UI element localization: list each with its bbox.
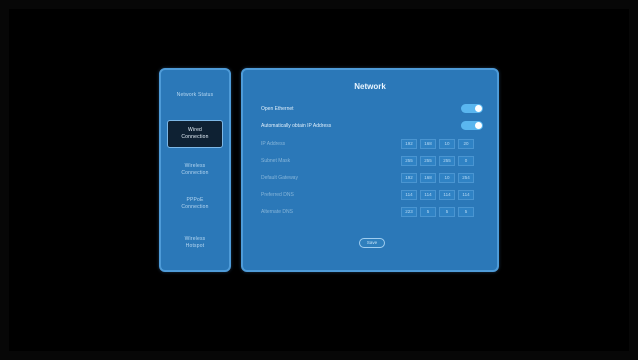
preferred-dns-row: Preferred DNS 114 114 114 114 bbox=[261, 190, 481, 200]
sidebar-item-wireless-connection[interactable]: Wireless Connection bbox=[161, 163, 229, 177]
auto-ip-toggle[interactable] bbox=[461, 121, 483, 130]
sidebar-item-label: PPPoE bbox=[186, 197, 204, 203]
sidebar-item-wired-connection[interactable]: Wired Connection bbox=[167, 120, 223, 148]
ip-address-octet-2[interactable]: 168 bbox=[420, 139, 436, 149]
sidebar-item-label: Wireless bbox=[184, 163, 206, 169]
default-gateway-row: Default Gateway 192 168 10 254 bbox=[261, 173, 481, 183]
ip-address-octet-4[interactable]: 20 bbox=[458, 139, 474, 149]
toggle-knob bbox=[475, 105, 482, 112]
sidebar-item-label: Network Status bbox=[176, 92, 214, 98]
network-sidebar: Network Status Wired Connection Wireless… bbox=[159, 68, 231, 272]
sidebar-item-label: Connection bbox=[181, 204, 209, 210]
alternate-dns-row: Alternate DNS 223 5 5 5 bbox=[261, 207, 481, 217]
auto-ip-label: Automatically obtain IP Address bbox=[261, 123, 332, 129]
alternate-dns-octet-4[interactable]: 5 bbox=[458, 207, 474, 217]
toggle-knob bbox=[475, 122, 482, 129]
default-gateway-octet-3[interactable]: 10 bbox=[439, 173, 455, 183]
default-gateway-octet-2[interactable]: 168 bbox=[420, 173, 436, 183]
network-settings-panel: Network Open Ethernet Automatically obta… bbox=[241, 68, 499, 272]
sidebar-item-label: Wireless bbox=[184, 236, 206, 242]
alternate-dns-octet-1[interactable]: 223 bbox=[401, 207, 417, 217]
ip-address-octet-1[interactable]: 192 bbox=[401, 139, 417, 149]
alternate-dns-octet-2[interactable]: 5 bbox=[420, 207, 436, 217]
ip-address-label: IP Address bbox=[261, 141, 286, 147]
default-gateway-label: Default Gateway bbox=[261, 175, 298, 181]
subnet-mask-octet-1[interactable]: 255 bbox=[401, 156, 417, 166]
sidebar-item-wireless-hotspot[interactable]: Wireless Hotspot bbox=[161, 236, 229, 250]
sidebar-item-label: Wired bbox=[187, 127, 203, 133]
sidebar-item-label: Connection bbox=[181, 134, 209, 140]
preferred-dns-octet-2[interactable]: 114 bbox=[420, 190, 436, 200]
open-ethernet-row: Open Ethernet bbox=[261, 104, 483, 114]
subnet-mask-octet-2[interactable]: 255 bbox=[420, 156, 436, 166]
default-gateway-octet-1[interactable]: 192 bbox=[401, 173, 417, 183]
default-gateway-octet-4[interactable]: 254 bbox=[458, 173, 474, 183]
alternate-dns-octet-3[interactable]: 5 bbox=[439, 207, 455, 217]
subnet-mask-label: Subnet Mask bbox=[261, 158, 291, 164]
sidebar-item-label: Connection bbox=[181, 170, 209, 176]
subnet-mask-row: Subnet Mask 255 255 255 0 bbox=[261, 156, 481, 166]
open-ethernet-toggle[interactable] bbox=[461, 104, 483, 113]
alternate-dns-label: Alternate DNS bbox=[261, 209, 293, 215]
preferred-dns-label: Preferred DNS bbox=[261, 192, 294, 198]
auto-ip-row: Automatically obtain IP Address bbox=[261, 121, 483, 131]
subnet-mask-octet-3[interactable]: 255 bbox=[439, 156, 455, 166]
open-ethernet-label: Open Ethernet bbox=[261, 106, 294, 112]
page-title: Network bbox=[354, 82, 386, 91]
preferred-dns-octet-1[interactable]: 114 bbox=[401, 190, 417, 200]
save-button[interactable]: Save bbox=[359, 238, 385, 248]
ip-address-octet-3[interactable]: 10 bbox=[439, 139, 455, 149]
preferred-dns-octet-4[interactable]: 114 bbox=[458, 190, 474, 200]
subnet-mask-octet-4[interactable]: 0 bbox=[458, 156, 474, 166]
preferred-dns-octet-3[interactable]: 114 bbox=[439, 190, 455, 200]
sidebar-item-label: Hotspot bbox=[185, 243, 205, 249]
sidebar-item-pppoe-connection[interactable]: PPPoE Connection bbox=[161, 197, 229, 211]
ip-address-row: IP Address 192 168 10 20 bbox=[261, 139, 481, 149]
sidebar-item-network-status[interactable]: Network Status bbox=[161, 92, 229, 99]
